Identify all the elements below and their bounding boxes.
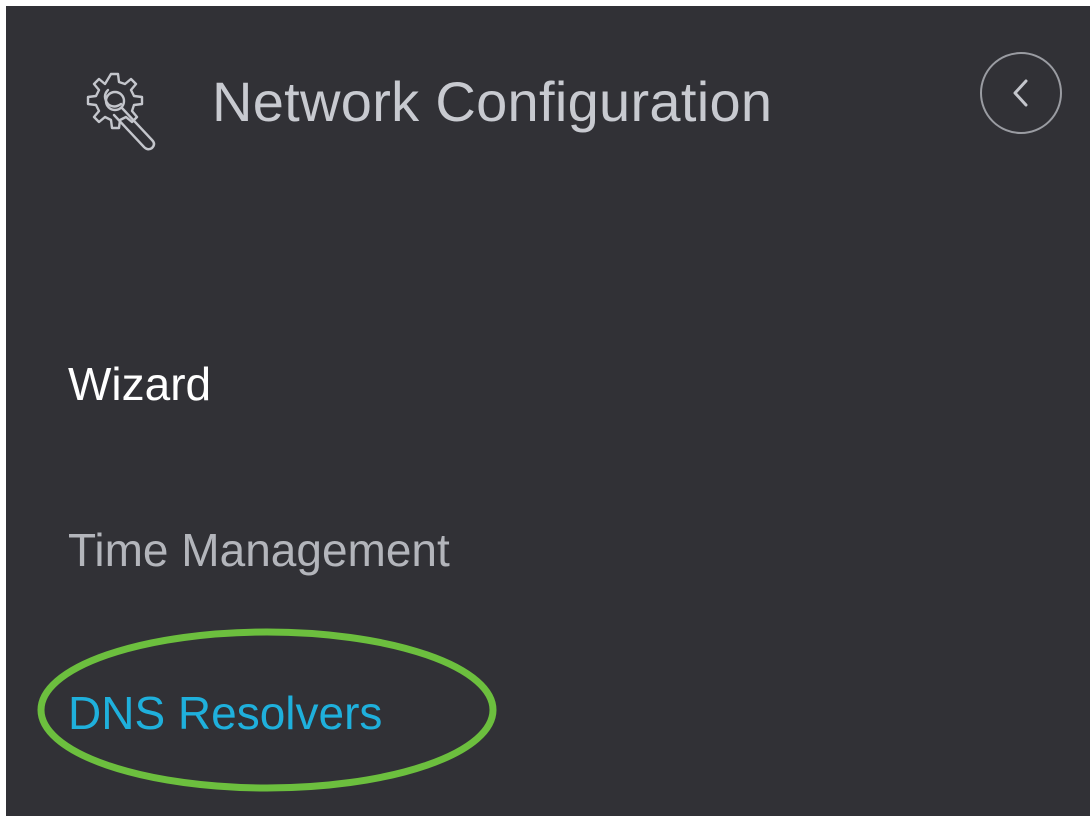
page-title: Network Configuration — [212, 70, 773, 133]
nav-item-time-management[interactable]: Time Management — [68, 522, 450, 578]
chevron-left-icon — [1013, 79, 1028, 107]
collapse-button[interactable] — [980, 52, 1062, 134]
nav-item-dns-resolvers[interactable]: DNS Resolvers — [68, 685, 382, 741]
side-panel: Network Configuration Wizard Time Manage… — [6, 6, 1090, 816]
gear-wrench-icon — [78, 68, 164, 154]
nav-item-wizard[interactable]: Wizard — [68, 356, 211, 412]
panel-header: Network Configuration — [6, 6, 1090, 196]
